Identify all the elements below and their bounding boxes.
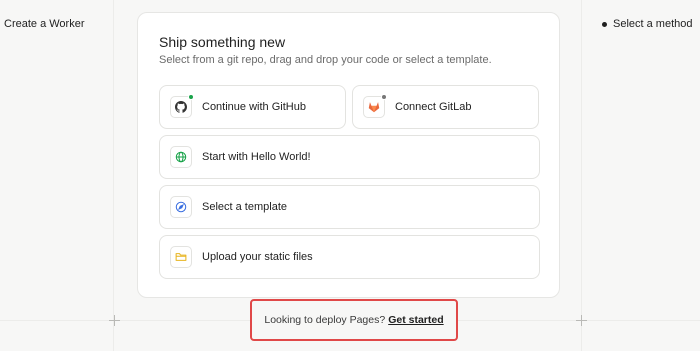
ship-card: Ship something new Select from a git rep…	[137, 12, 560, 298]
get-started-link[interactable]: Get started	[388, 314, 443, 326]
card-title: Ship something new	[159, 34, 286, 50]
select-template-button[interactable]: Select a template	[159, 185, 540, 229]
globe-icon	[170, 146, 192, 168]
option-label: Connect GitLab	[395, 101, 472, 113]
hello-world-button[interactable]: Start with Hello World!	[159, 135, 540, 179]
connect-gitlab-button[interactable]: Connect GitLab	[352, 85, 539, 129]
github-icon	[170, 94, 194, 118]
step-bullet-icon	[602, 21, 607, 27]
plus-icon	[109, 315, 120, 326]
card-subtitle: Select from a git repo, drag and drop yo…	[159, 54, 492, 66]
option-label: Select a template	[202, 201, 287, 213]
option-label: Continue with GitHub	[202, 101, 306, 113]
page-title: Create a Worker	[4, 18, 85, 30]
folder-icon	[170, 246, 192, 268]
disconnected-status-dot	[381, 94, 387, 100]
steps-panel	[581, 0, 700, 351]
deploy-pages-text: Looking to deploy Pages?	[264, 314, 386, 326]
step-label: Select a method	[613, 18, 693, 30]
option-label: Start with Hello World!	[202, 151, 311, 163]
plus-icon	[576, 315, 587, 326]
upload-static-files-button[interactable]: Upload your static files	[159, 235, 540, 279]
gitlab-icon	[363, 94, 387, 118]
step-select-method: Select a method	[602, 18, 693, 30]
continue-github-button[interactable]: Continue with GitHub	[159, 85, 346, 129]
option-label: Upload your static files	[202, 251, 313, 263]
compass-icon	[170, 196, 192, 218]
deploy-pages-prompt: Looking to deploy Pages? Get started	[250, 299, 458, 341]
connected-status-dot	[188, 94, 194, 100]
left-panel: Create a Worker	[0, 0, 114, 351]
